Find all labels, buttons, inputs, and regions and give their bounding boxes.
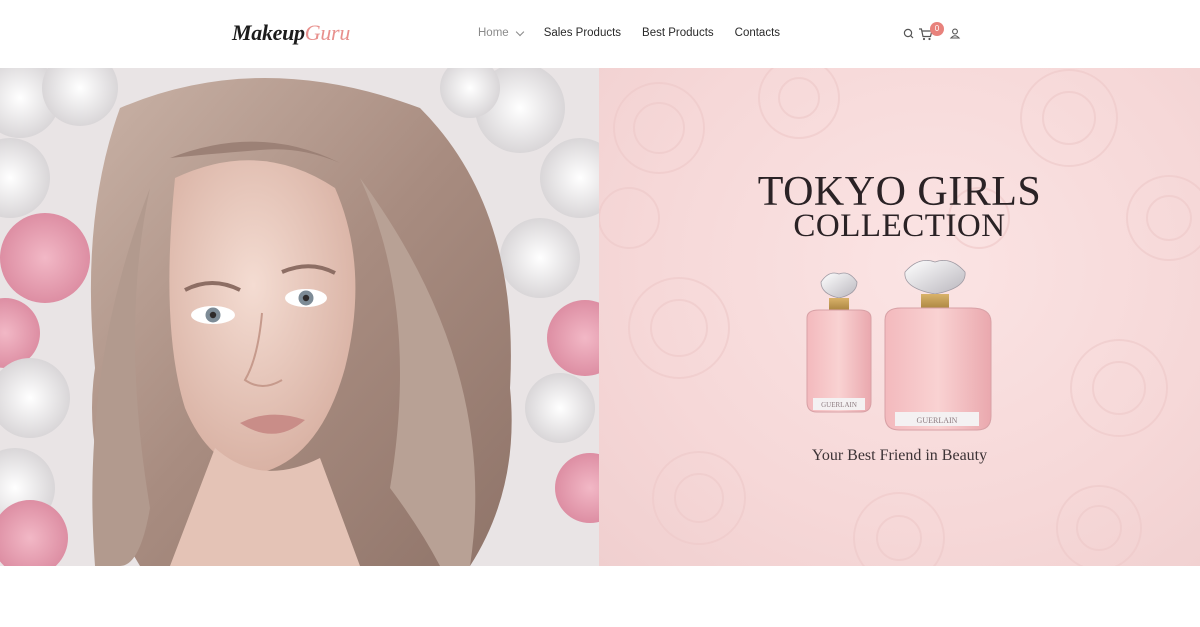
cart-count-badge: 0 <box>930 22 944 36</box>
hero-banner: TOKYO GIRLS COLLECTION GUERLAIN GUERLAIN… <box>0 68 1200 566</box>
page-below-hero <box>0 566 1200 627</box>
nav-item-sales-products-label: Sales Products <box>543 27 622 39</box>
nav-item-contacts[interactable]: Contacts <box>735 27 780 39</box>
perfume-bottles-image: GUERLAIN GUERLAIN <box>806 260 992 431</box>
bottle-label-small: GUERLAIN <box>821 401 857 409</box>
nav-item-best-products-label: Best Products <box>642 27 714 39</box>
hero-tagline: Your Best Friend in Beauty <box>811 447 988 464</box>
chevron-down-icon <box>515 27 524 36</box>
logo-text-makeup: Makeup <box>232 20 305 45</box>
header-tools: 0 <box>902 22 964 44</box>
nav-item-home[interactable]: Home <box>478 27 524 39</box>
user-icon[interactable] <box>949 24 961 44</box>
nav-item-contacts-label: Contacts <box>734 27 781 39</box>
hero-promo-panel: TOKYO GIRLS COLLECTION GUERLAIN GUERLAIN… <box>599 68 1200 566</box>
nav-item-home-label: Home <box>478 27 509 39</box>
bottle-label-large: GUERLAIN <box>917 416 958 425</box>
nav-item-sales-products[interactable]: Sales Products <box>544 27 621 39</box>
nav-item-best-products[interactable]: Best Products <box>642 27 714 39</box>
site-logo[interactable]: MakeupGuru <box>232 20 350 46</box>
logo-text-guru: Guru <box>304 20 351 45</box>
main-nav: Home Sales Products Best Products Contac… <box>478 27 801 39</box>
search-icon[interactable] <box>902 24 916 44</box>
hero-title-line2: COLLECTION <box>793 208 1006 244</box>
hero-model-image <box>0 68 599 566</box>
site-header: MakeupGuru Home Sales Products Best Prod… <box>0 0 1200 68</box>
